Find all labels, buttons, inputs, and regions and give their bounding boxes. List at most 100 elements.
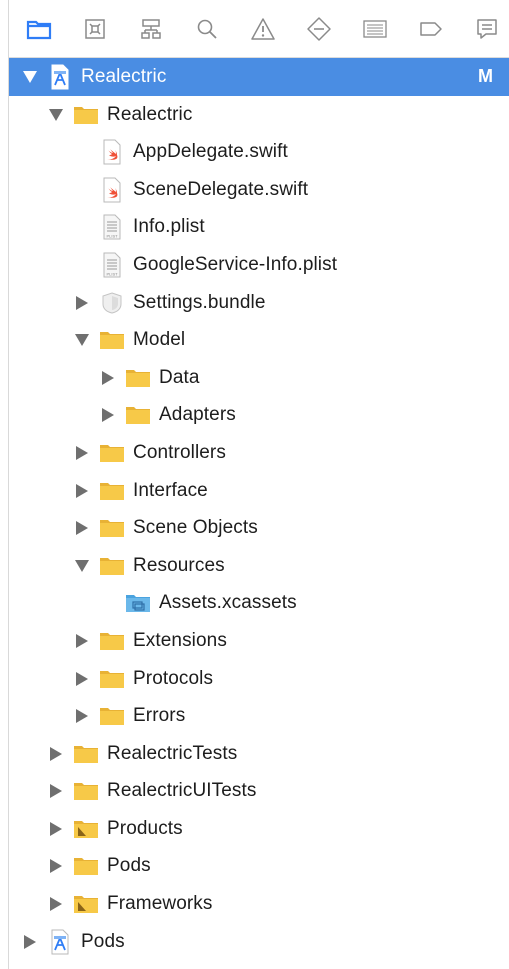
disclosure-collapsed-icon[interactable] [49,783,63,799]
find-icon[interactable] [191,13,223,45]
tree-row[interactable]: AppDelegate.swift [9,133,509,171]
tree-row[interactable]: Protocols [9,660,509,698]
breakpoint-icon[interactable] [415,13,447,45]
tree-row[interactable]: Interface [9,472,509,510]
swift-file-icon [99,177,125,203]
disclosure-collapsed-icon[interactable] [101,407,115,423]
tree-row-label: Info.plist [133,216,205,238]
tree-row[interactable]: Products [9,810,509,848]
tree-row-label: Protocols [133,667,214,689]
disclosure-collapsed-icon[interactable] [75,295,89,311]
disclosure-collapsed-icon[interactable] [75,483,89,499]
tree-row-label: RealectricTests [107,742,238,764]
tree-row[interactable]: Adapters [9,396,509,434]
tree-row[interactable]: Scene Objects [9,509,509,547]
folder-icon [73,742,99,766]
source-control-icon[interactable] [79,13,111,45]
disclosure-collapsed-icon[interactable] [101,370,115,386]
tree-row-label: Scene Objects [133,517,258,539]
issue-warning-icon[interactable] [247,13,279,45]
disclosure-expanded-icon[interactable] [49,107,63,123]
tree-row[interactable]: SceneDelegate.swift [9,171,509,209]
disclosure-collapsed-icon[interactable] [23,934,37,950]
tree-row-label: Adapters [159,404,236,426]
folder-icon [99,704,125,728]
tree-row[interactable]: Assets.xcassets [9,584,509,622]
tree-row[interactable]: Pods [9,847,509,885]
folder-icon [125,403,151,427]
disclosure-collapsed-icon[interactable] [49,858,63,874]
tree-row[interactable]: Errors [9,697,509,735]
disclosure-collapsed-icon[interactable] [75,633,89,649]
asset-catalog-icon [125,591,151,615]
symbol-navigator-icon[interactable] [135,13,167,45]
tree-row[interactable]: RealectricTests [9,735,509,773]
disclosure-collapsed-icon[interactable] [49,896,63,912]
navigator-toolbar [9,0,509,58]
tree-row-label: Pods [81,930,125,952]
tree-row-label: Errors [133,705,186,727]
project-navigator-icon[interactable] [23,13,55,45]
tree-row-label: SceneDelegate.swift [133,178,309,200]
tree-row[interactable]: PLIST GoogleService-Info.plist [9,246,509,284]
folder-icon [99,667,125,691]
tree-row-label: Frameworks [107,893,213,915]
bundle-icon [99,291,125,315]
disclosure-expanded-icon[interactable] [23,69,37,85]
tree-row[interactable]: Pods [9,923,509,961]
products-folder-icon [73,892,99,916]
disclosure-collapsed-icon[interactable] [75,708,89,724]
folder-icon [73,103,99,127]
tree-row-label: AppDelegate.swift [133,141,288,163]
project-navigator-panel: Realectric M Realectric AppDelegate.swift Sc… [0,0,509,969]
products-folder-icon [73,817,99,841]
report-icon[interactable] [471,13,503,45]
disclosure-collapsed-icon[interactable] [75,671,89,687]
tree-row-label: Settings.bundle [133,291,266,313]
folder-icon [125,366,151,390]
folder-icon [99,479,125,503]
tree-row-label: Interface [133,479,208,501]
tree-row[interactable]: Frameworks [9,885,509,923]
disclosure-collapsed-icon[interactable] [49,821,63,837]
disclosure-collapsed-icon[interactable] [75,445,89,461]
tree-row-label: Assets.xcassets [159,592,297,614]
xcode-project-icon [47,929,73,955]
svg-text:PLIST: PLIST [106,234,118,239]
tree-row-label: Model [133,329,186,351]
folder-icon [99,516,125,540]
tree-row[interactable]: RealectricUITests [9,772,509,810]
folder-icon [99,629,125,653]
file-tree: Realectric M Realectric AppDelegate.swift Sc… [9,58,509,960]
plist-file-icon: PLIST [99,252,125,278]
tree-row[interactable]: Model [9,321,509,359]
tree-row[interactable]: Data [9,359,509,397]
svg-text:PLIST: PLIST [106,271,118,276]
disclosure-expanded-icon[interactable] [75,332,89,348]
debug-navigator-icon[interactable] [359,13,391,45]
tree-row[interactable]: Realectric [9,96,509,134]
tree-row[interactable]: Realectric M [9,58,509,96]
folder-icon [99,328,125,352]
plist-file-icon: PLIST [99,214,125,240]
tree-row[interactable]: Controllers [9,434,509,472]
tree-row-label: RealectricUITests [107,780,257,802]
folder-icon [99,441,125,465]
tree-row-label: Resources [133,554,225,576]
disclosure-collapsed-icon[interactable] [75,520,89,536]
swift-file-icon [99,139,125,165]
disclosure-expanded-icon[interactable] [75,558,89,574]
tree-row[interactable]: Settings.bundle [9,284,509,322]
tree-row-label: Data [159,366,200,388]
folder-icon [99,554,125,578]
folder-icon [73,779,99,803]
tree-row-label: GoogleService-Info.plist [133,253,338,275]
tree-row[interactable]: Extensions [9,622,509,660]
tree-row[interactable]: Resources [9,547,509,585]
tree-row[interactable]: PLIST Info.plist [9,208,509,246]
test-navigator-icon[interactable] [303,13,335,45]
folder-icon [73,854,99,878]
source-control-status-badge: M [478,66,493,86]
disclosure-collapsed-icon[interactable] [49,746,63,762]
tree-row-label: Extensions [133,629,227,651]
